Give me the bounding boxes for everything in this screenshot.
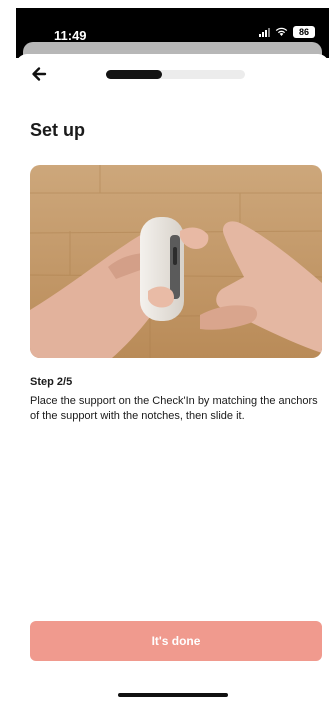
wifi-icon	[275, 27, 288, 37]
home-indicator	[118, 693, 228, 697]
page-title: Set up	[30, 120, 86, 140]
arrow-left-icon	[32, 67, 47, 81]
status-icons: 86	[259, 26, 315, 38]
done-button[interactable]: It's done	[30, 621, 322, 661]
hands-installing-support-image	[30, 165, 322, 358]
setup-illustration	[30, 165, 322, 358]
signal-icon	[259, 27, 270, 37]
status-time: 11:49	[54, 28, 87, 43]
battery-icon: 86	[293, 26, 315, 38]
step-instructions: Place the support on the Check'In by mat…	[30, 395, 318, 422]
step-label: Step 2/5	[30, 376, 73, 388]
progress-bar	[106, 70, 245, 79]
back-button[interactable]	[30, 65, 52, 83]
setup-sheet: Set up Step 2/5 Place the support on the…	[16, 54, 329, 703]
phone-screen: 11:49 86 Set up Step 2/5 Place the suppo…	[0, 0, 329, 703]
progress-fill	[106, 70, 162, 79]
